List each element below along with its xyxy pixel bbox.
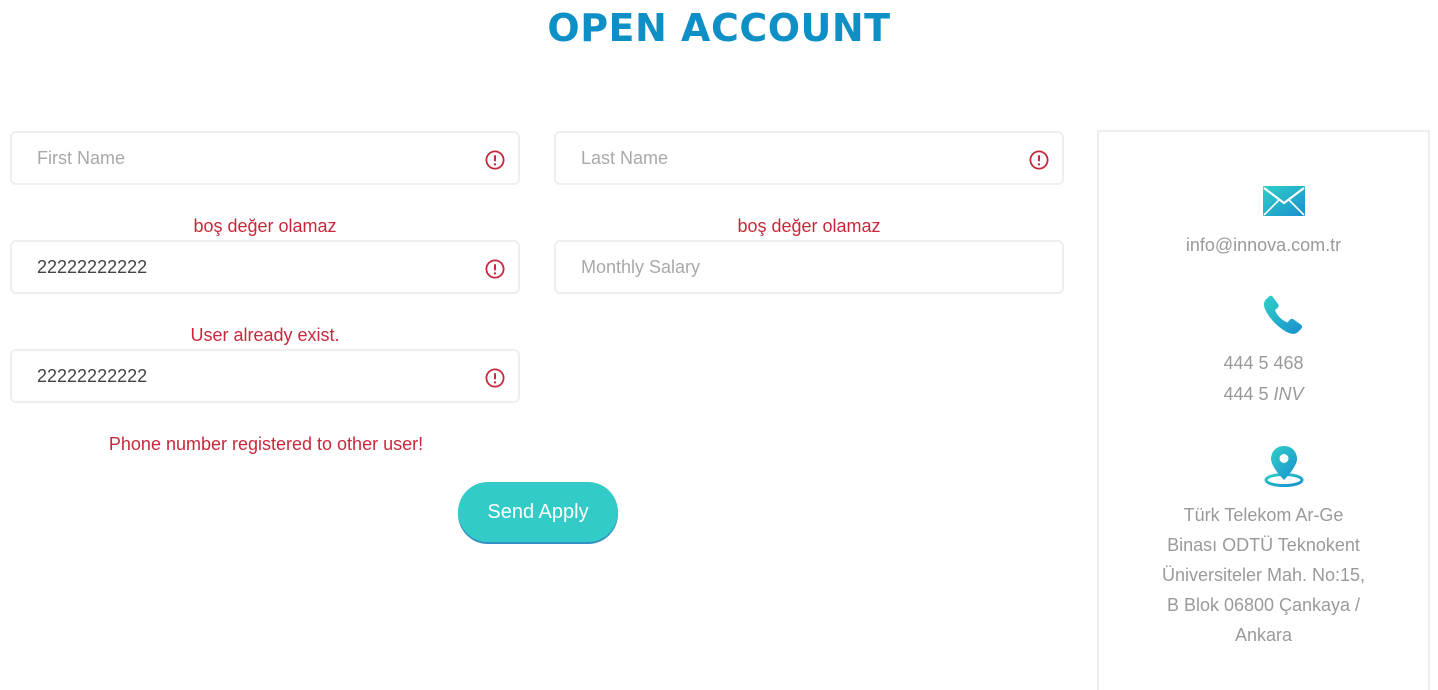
contact-phone-2: 444 5 INV [1099,379,1428,409]
phone-icon [1264,295,1303,334]
open-account-page: OPEN ACCOUNT boş değer olamaz boş değer … [0,0,1438,690]
address-line-5: Ankara [1234,625,1293,645]
id-number-error: User already exist. [190,325,340,345]
contact-phone-2-suffix: INV [1273,384,1304,404]
contact-phone-1: 444 5 468 [1223,353,1304,373]
location-pin-icon [1264,446,1304,487]
phone-input[interactable] [12,351,518,401]
address-line-2: Binası ODTÜ Teknokent [1167,535,1360,555]
first-name-input[interactable] [12,133,518,183]
envelope-icon [1263,186,1305,216]
address-line-4: B Blok 06800 Çankaya / [1166,595,1361,615]
id-number-field [10,240,520,294]
id-number-input[interactable] [12,242,518,292]
error-icon [485,368,505,388]
error-icon [485,259,505,279]
phone-field [10,349,520,403]
first-name-field [10,131,520,185]
contact-email: info@innova.com.tr [1185,235,1342,255]
contact-panel: info@innova.com.tr 444 5 468 444 5 INV T… [1097,130,1430,690]
address-line-1: Türk Telekom Ar-Ge [1183,505,1344,525]
address-line-3: Üniversiteler Mah. No:15, [1161,565,1366,585]
monthly-salary-field [554,240,1064,294]
last-name-error: boş değer olamaz [737,216,881,236]
send-apply-button[interactable]: Send Apply [458,482,618,542]
page-title: OPEN ACCOUNT [547,6,891,50]
phone-error: Phone number registered to other user! [108,434,424,454]
last-name-field [554,131,1064,185]
first-name-error: boş değer olamaz [193,216,337,236]
last-name-input[interactable] [556,133,1062,183]
monthly-salary-input[interactable] [556,242,1062,292]
contact-phone-2-prefix: 444 5 [1223,384,1274,404]
error-icon [1029,150,1049,170]
error-icon [485,150,505,170]
